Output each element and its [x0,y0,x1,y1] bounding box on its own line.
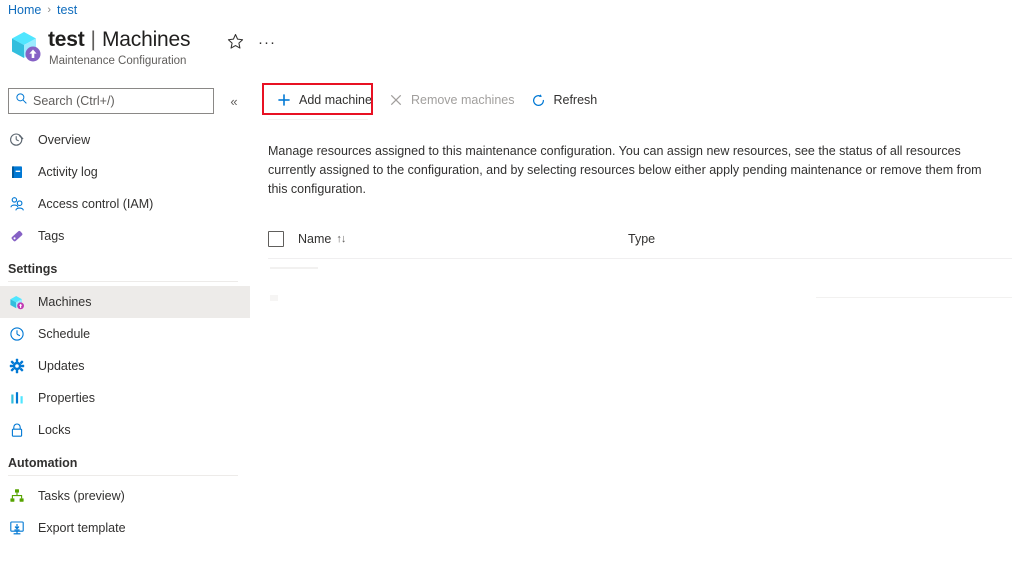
page-title: Machines [102,28,191,51]
sidebar-group-automation-label: Automation [8,456,78,470]
sidebar-item-label: Locks [38,423,71,437]
sidebar-item-label: Export template [38,521,126,535]
command-toolbar: Add machine Remove machines Refresh [250,82,1014,118]
placeholder-bar [270,295,278,301]
sidebar-divider [8,475,238,476]
table-header-row: Name ↑↓ Type [268,225,996,253]
close-x-icon [388,92,404,108]
refresh-button[interactable]: Refresh [522,86,605,114]
blade-description: Manage resources assigned to this mainte… [268,144,982,196]
breadcrumb-test[interactable]: test [57,2,77,18]
sidebar-item-label: Access control (IAM) [38,197,154,211]
sidebar-item-overview[interactable]: Overview [0,124,250,156]
sidebar-nav-list: Overview Activity log Access control (IA… [0,124,250,544]
locks-padlock-icon [8,421,26,439]
search-input[interactable] [33,94,205,108]
select-all-checkbox-cell [268,231,298,247]
placeholder-bar [270,267,318,269]
sidebar-item-label: Activity log [38,165,98,179]
tasks-hierarchy-icon [8,487,26,505]
updates-gear-icon [8,357,26,375]
breadcrumb-home[interactable]: Home [8,2,41,18]
toolbar-divider [268,119,368,120]
table-empty-row [268,259,1012,301]
select-all-checkbox[interactable] [268,231,284,247]
plus-icon [276,92,292,108]
add-machine-button[interactable]: Add machine [268,86,380,114]
sort-arrows-icon: ↑↓ [336,233,346,245]
page-title-block: test | Machines Maintenance Configuratio… [8,28,190,67]
sidebar: « Overview [0,88,250,561]
sidebar-item-label: Machines [38,295,92,309]
tags-icon [8,227,26,245]
overview-clock-icon [8,131,26,149]
sidebar-item-tasks[interactable]: Tasks (preview) [0,480,250,512]
access-control-people-icon [8,195,26,213]
title-actions: ··· [224,32,278,54]
sidebar-item-label: Tasks (preview) [38,489,125,503]
search-box[interactable] [8,88,214,114]
main-content: Add machine Remove machines Refresh Mana… [250,82,1014,561]
sidebar-item-locks[interactable]: Locks [0,414,250,446]
machines-cube-icon [8,293,26,311]
refresh-circular-arrow-icon [530,92,546,108]
maintenance-configuration-cube-icon [8,28,42,64]
chevron-double-left-icon: « [230,93,238,109]
sidebar-item-updates[interactable]: Updates [0,350,250,382]
page-subtitle: Maintenance Configuration [49,55,187,67]
sidebar-item-label: Updates [38,359,85,373]
sidebar-item-export-template[interactable]: Export template [0,512,250,544]
sidebar-item-label: Properties [38,391,95,405]
sidebar-item-schedule[interactable]: Schedule [0,318,250,350]
refresh-label: Refresh [553,93,598,107]
sidebar-item-properties[interactable]: Properties [0,382,250,414]
add-machine-label: Add machine [299,93,372,107]
sidebar-item-machines[interactable]: Machines [0,286,250,318]
placeholder-bar [816,297,1012,298]
more-options-button[interactable]: ··· [256,32,278,54]
favorite-button[interactable] [224,32,246,54]
column-header-type[interactable]: Type [628,232,655,246]
sidebar-group-settings-label: Settings [8,262,58,276]
breadcrumb: Home › test [8,2,77,18]
sidebar-divider [8,281,238,282]
remove-machines-label: Remove machines [410,93,515,107]
collapse-sidebar-button[interactable]: « [224,90,244,112]
page-title-separator: | [90,28,97,51]
azure-portal-blade: Home › test test | Machines Maintenance … [0,0,1014,561]
sidebar-item-tags[interactable]: Tags [0,220,250,252]
page-title-resource: test [48,28,85,51]
search-icon [15,92,28,110]
export-template-icon [8,519,26,537]
column-header-type-label: Type [628,232,656,246]
sidebar-item-label: Schedule [38,327,91,341]
sidebar-item-activity-log[interactable]: Activity log [0,156,250,188]
machines-table: Name ↑↓ Type [268,225,1012,301]
sidebar-item-label: Tags [38,229,65,243]
remove-machines-button[interactable]: Remove machines [380,86,523,114]
sidebar-item-access-control[interactable]: Access control (IAM) [0,188,250,220]
properties-bars-icon [8,389,26,407]
ellipsis-icon: ··· [258,34,276,51]
sidebar-item-label: Overview [38,133,91,147]
column-header-name-label: Name [298,232,332,246]
sidebar-search-row: « [0,88,250,114]
star-outline-icon [227,33,244,53]
activity-log-book-icon [8,163,26,181]
column-header-name[interactable]: Name ↑↓ [298,232,628,246]
breadcrumb-separator-icon: › [47,4,52,16]
schedule-clock-icon [8,325,26,343]
